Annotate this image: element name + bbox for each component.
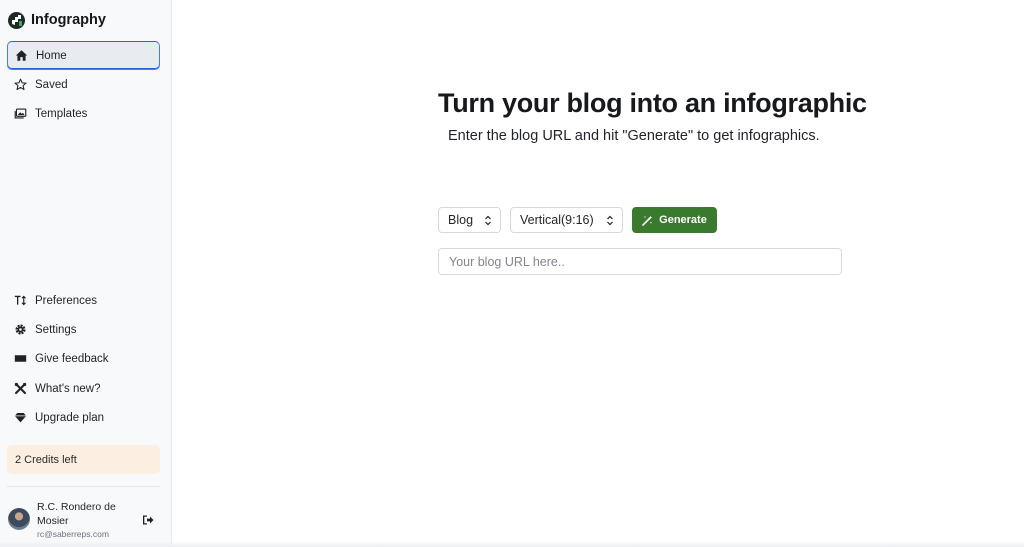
- text-size-icon: [14, 294, 27, 307]
- sidebar-item-preferences[interactable]: Preferences: [7, 286, 160, 315]
- sidebar-item-label: Home: [36, 49, 67, 62]
- user-email: rc@saberreps.com: [37, 529, 109, 539]
- sidebar-item-label: Templates: [35, 107, 88, 120]
- magic-wand-icon: [642, 215, 653, 226]
- sidebar-item-label: Give feedback: [35, 352, 109, 365]
- sidebar-item-label: Preferences: [35, 294, 98, 307]
- source-type-select[interactable]: Blog: [438, 207, 501, 233]
- sidebar-item-label: Upgrade plan: [35, 411, 105, 424]
- sidebar-item-templates[interactable]: Templates: [7, 99, 160, 128]
- sidebar-item-label: Settings: [35, 323, 77, 336]
- generate-button-label: Generate: [659, 214, 707, 226]
- format-value: Vertical(9:16): [520, 213, 594, 227]
- brand[interactable]: Infography: [8, 10, 106, 30]
- sidebar-item-upgrade-plan[interactable]: Upgrade plan: [7, 403, 160, 432]
- sidebar-item-label: Saved: [35, 78, 68, 91]
- user-profile: R.C. Rondero de Mosier rc@saberreps.com: [8, 498, 160, 542]
- image-icon: [14, 107, 27, 120]
- sidebar-item-settings[interactable]: Settings: [7, 315, 160, 344]
- user-name: R.C. Rondero de Mosier: [37, 501, 116, 527]
- main-content: Turn your blog into an infographic Enter…: [172, 0, 1024, 547]
- avatar[interactable]: [8, 508, 30, 530]
- logout-icon[interactable]: [142, 513, 154, 525]
- chevron-updown-icon: [485, 215, 491, 226]
- home-icon: [15, 49, 28, 62]
- gear-icon: [14, 323, 27, 336]
- sidebar-item-whats-new[interactable]: What's new?: [7, 374, 160, 403]
- generate-button[interactable]: Generate: [632, 207, 717, 233]
- infography-logo-icon: [8, 11, 25, 29]
- sidebar-item-saved[interactable]: Saved: [7, 70, 160, 99]
- credits-badge: 2 Credits left: [7, 445, 160, 474]
- brand-name: Infography: [31, 12, 106, 28]
- chevron-updown-icon: [607, 215, 613, 226]
- tools-icon: [14, 382, 27, 395]
- sidebar-item-give-feedback[interactable]: Give feedback: [7, 344, 160, 373]
- sidebar-item-home[interactable]: Home: [7, 41, 160, 70]
- divider: [7, 486, 160, 487]
- bottom-edge-shadow: [0, 541, 1024, 547]
- sidebar: Infography Home Saved Templates Preferen…: [0, 0, 172, 547]
- star-icon: [14, 78, 27, 91]
- page-title: Turn your blog into an infographic: [438, 88, 867, 118]
- page-subtitle: Enter the blog URL and hit "Generate" to…: [448, 128, 820, 144]
- blog-url-input[interactable]: [438, 248, 842, 275]
- diamond-icon: [14, 411, 27, 424]
- source-type-value: Blog: [448, 213, 474, 227]
- format-select[interactable]: Vertical(9:16): [510, 207, 623, 233]
- ticket-icon: [14, 352, 27, 365]
- sidebar-item-label: What's new?: [35, 382, 101, 395]
